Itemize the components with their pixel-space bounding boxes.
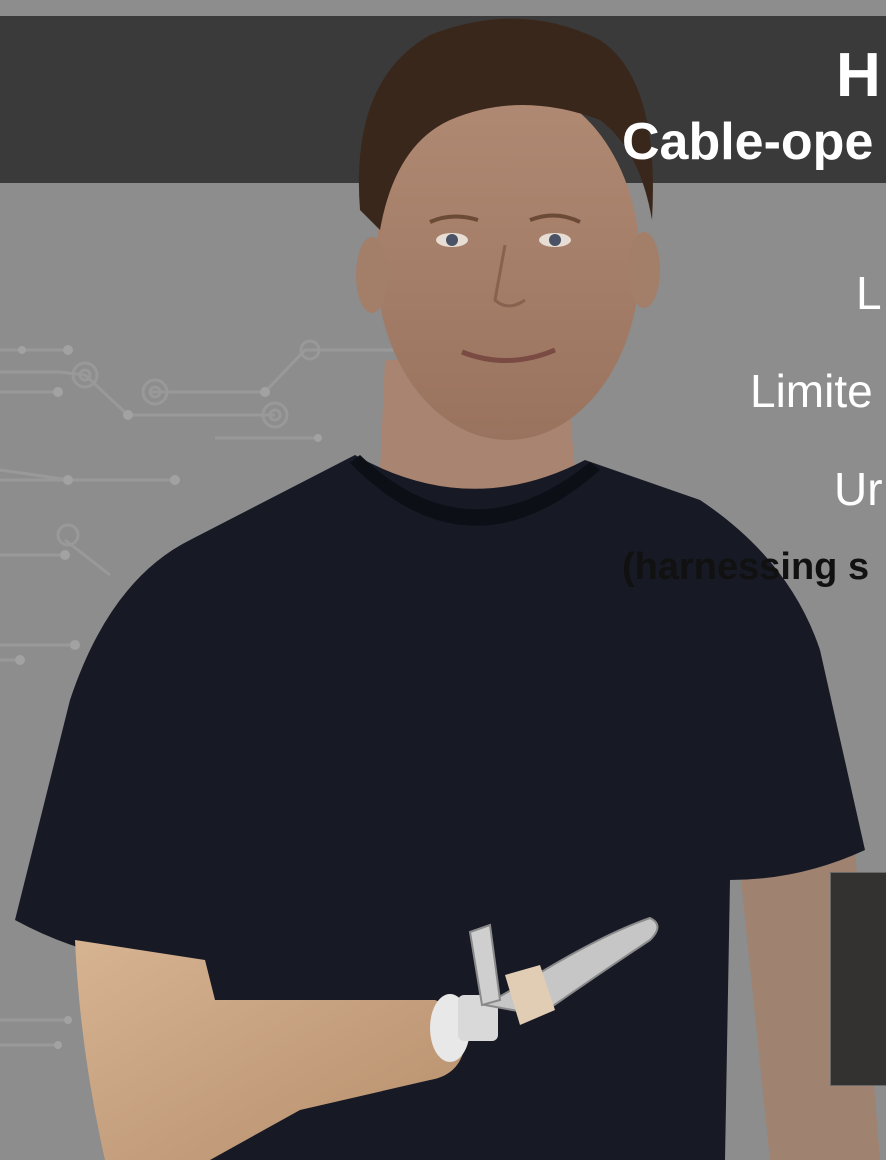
- bullet-item: Limite: [750, 365, 873, 417]
- bullet-item: L: [856, 267, 882, 319]
- slide-subtitle: Cable-ope: [622, 113, 874, 171]
- harnessing-note: (harnessing s: [622, 546, 870, 588]
- slide-title: H: [836, 41, 881, 110]
- slide: H Cable-ope L Limite Ur (harnessing s: [0, 0, 886, 1160]
- bullet-item: Ur: [834, 463, 883, 515]
- caption-box: [830, 872, 886, 1086]
